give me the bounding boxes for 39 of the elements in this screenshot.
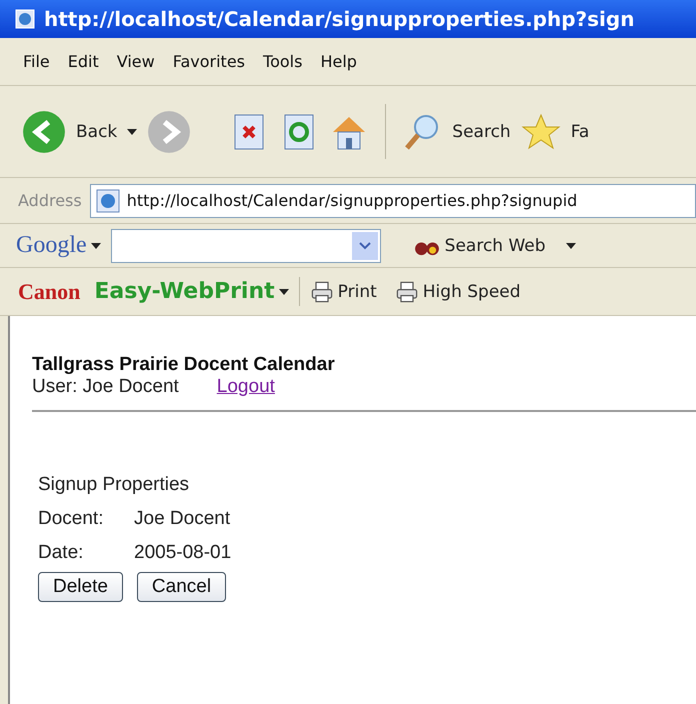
favorites-button-label[interactable]: Fa: [570, 122, 590, 142]
window-title: http://localhost/Calendar/signupproperties.php?sign: [44, 7, 634, 31]
menu-item[interactable]: Tools: [254, 52, 312, 71]
printer-icon[interactable]: [394, 280, 419, 304]
field-label: Docent:: [38, 508, 104, 530]
google-logo[interactable]: Google: [16, 232, 87, 259]
page-icon: [14, 8, 36, 30]
page-icon: [94, 188, 121, 214]
menu-item[interactable]: Favorites: [164, 52, 254, 71]
user-name: User: Joe Docent: [32, 376, 179, 398]
dropdown-caret-icon[interactable]: [278, 288, 289, 294]
search-button-label[interactable]: Search: [452, 122, 511, 142]
field-value: Joe Docent: [134, 508, 230, 530]
canon-logo: Canon: [18, 278, 80, 304]
page-heading: Tallgrass Prairie Docent Calendar: [32, 354, 336, 376]
menu-item[interactable]: File: [14, 52, 59, 71]
address-label: Address: [18, 191, 82, 210]
field-value: 2005-08-01: [134, 542, 232, 564]
dropdown-caret-icon[interactable]: [127, 128, 138, 134]
dropdown-caret-icon[interactable]: [90, 242, 101, 248]
google-search-field[interactable]: [110, 228, 381, 262]
high-speed-print-button[interactable]: High Speed: [422, 282, 521, 302]
search-web-button[interactable]: Search Web: [444, 236, 546, 256]
star-icon[interactable]: [520, 112, 561, 152]
field-label: Date:: [38, 542, 84, 564]
printer-icon[interactable]: [310, 280, 334, 304]
section-title: Signup Properties: [38, 474, 190, 496]
menu-item[interactable]: Help: [311, 52, 366, 71]
form-button[interactable]: Delete: [38, 572, 123, 602]
chevron-down-icon: [358, 242, 371, 250]
print-button[interactable]: Print: [338, 282, 377, 302]
dropdown-caret-icon[interactable]: [566, 242, 576, 248]
menu-item[interactable]: View: [108, 52, 164, 71]
dropdown-button[interactable]: [352, 232, 378, 260]
address-field[interactable]: http://localhost/Calendar/signupproperties.php?signupid: [90, 184, 696, 218]
back-button-label[interactable]: Back: [76, 122, 118, 142]
logout-link[interactable]: Logout: [216, 376, 275, 398]
menu-item[interactable]: Edit: [58, 52, 108, 71]
form-button[interactable]: Cancel: [136, 572, 226, 602]
